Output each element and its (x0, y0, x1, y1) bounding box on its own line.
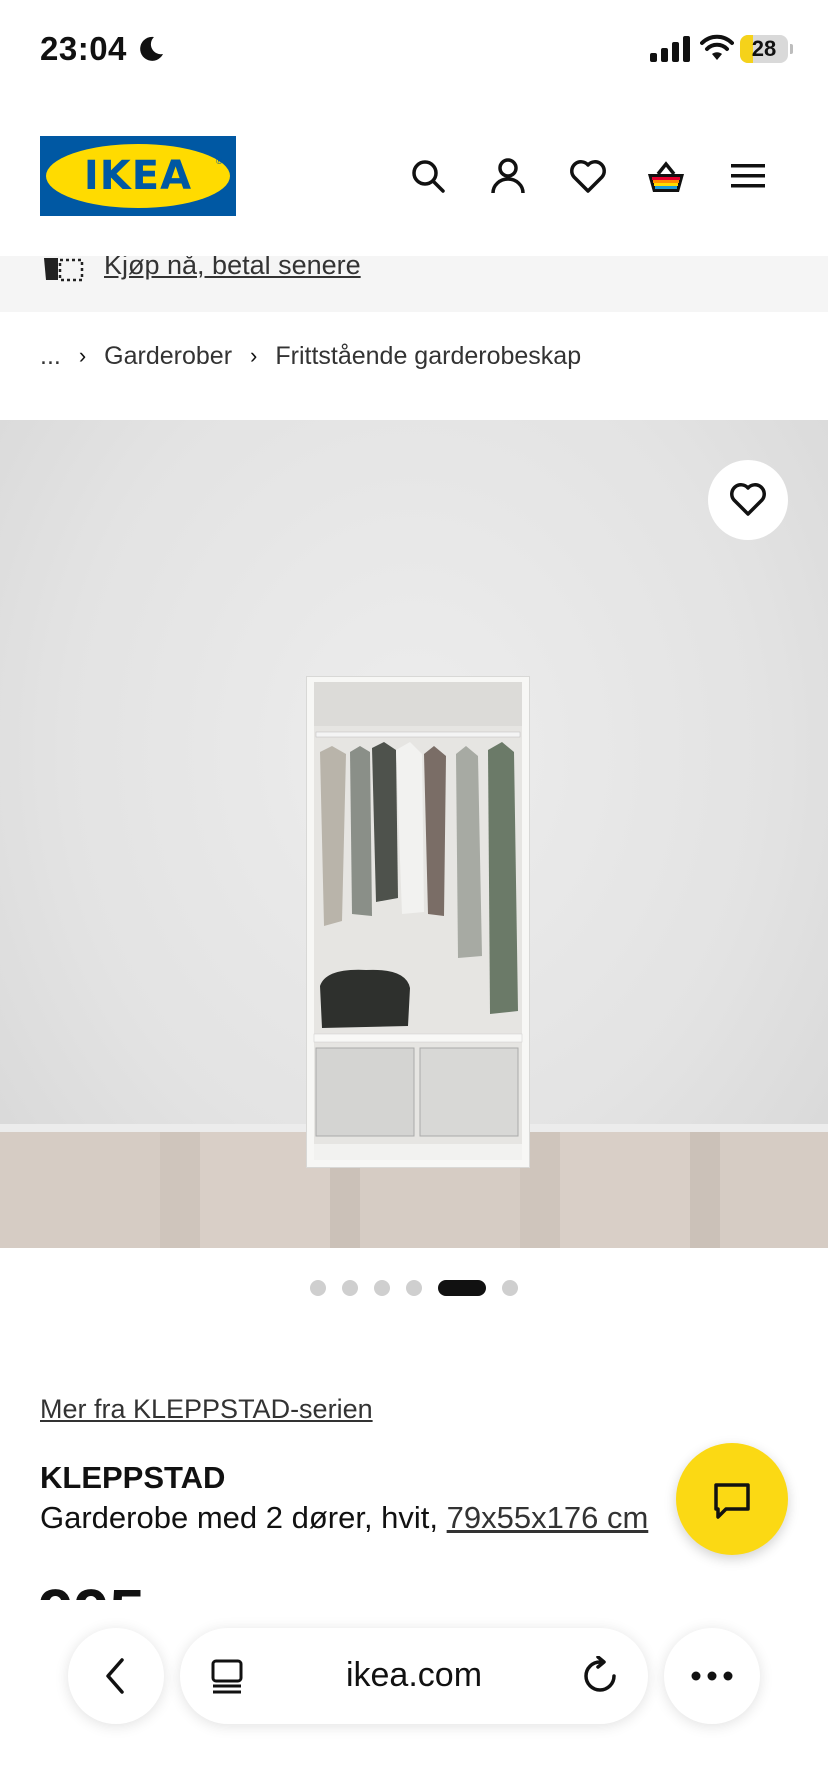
account-icon[interactable] (488, 156, 528, 196)
ellipsis-icon (691, 1671, 733, 1681)
menu-icon[interactable] (728, 156, 768, 196)
battery-indicator: 28 (740, 35, 793, 63)
wifi-icon (700, 34, 734, 60)
carousel-dot[interactable] (438, 1280, 486, 1296)
add-to-favorites-button[interactable] (708, 460, 788, 540)
chat-button[interactable] (676, 1443, 788, 1555)
back-button[interactable] (68, 1628, 164, 1724)
series-link[interactable]: Mer fra KLEPPSTAD-serien (40, 1394, 373, 1425)
product-price: 995 (38, 1566, 145, 1600)
heart-icon (730, 483, 766, 516)
carousel-dot[interactable] (502, 1280, 518, 1296)
carousel-indicators[interactable] (0, 1278, 828, 1298)
wardrobe-image (306, 676, 530, 1168)
breadcrumb-garderober[interactable]: Garderober (104, 342, 232, 371)
status-bar: 23:04 28 (0, 0, 828, 100)
carousel-dot[interactable] (310, 1280, 326, 1296)
breadcrumb: ... › Garderober › Frittstående garderob… (40, 338, 581, 374)
product-description: Garderobe med 2 dører, hvit, 79x55x176 c… (40, 1500, 648, 1536)
favorites-heart-icon[interactable] (568, 156, 608, 196)
chevron-right-icon: › (78, 343, 87, 368)
chat-bubble-icon (714, 1483, 750, 1519)
product-image[interactable] (0, 420, 828, 1248)
cellular-signal-icon (650, 36, 690, 62)
breadcrumb-frittstaende[interactable]: Frittstående garderobeskap (275, 342, 581, 371)
carousel-dot[interactable] (374, 1280, 390, 1296)
more-options-button[interactable] (664, 1628, 760, 1724)
breadcrumb-ellipsis[interactable]: ... (40, 342, 61, 371)
address-bar[interactable]: ikea.com (180, 1628, 648, 1724)
chevron-right-icon: › (250, 343, 258, 368)
url-text[interactable]: ikea.com (180, 1656, 648, 1695)
logo-text: IKEA (83, 153, 193, 199)
pay-later-icon (44, 258, 84, 282)
status-time: 23:04 (40, 30, 127, 67)
search-icon[interactable] (408, 156, 448, 196)
product-name: KLEPPSTAD (40, 1460, 226, 1495)
site-header: IKEA ® (0, 100, 828, 256)
shopping-bag-icon[interactable] (646, 156, 686, 196)
chevron-left-icon (106, 1658, 124, 1694)
battery-percent: 28 (751, 36, 777, 61)
product-dimensions-link[interactable]: 79x55x176 cm (447, 1500, 649, 1535)
carousel-dot[interactable] (406, 1280, 422, 1296)
product-description-text: Garderobe med 2 dører, hvit, (40, 1500, 447, 1535)
ikea-logo[interactable]: IKEA ® (40, 136, 236, 216)
reload-icon[interactable] (582, 1656, 618, 1696)
browser-toolbar: ikea.com (0, 1600, 828, 1792)
promo-banner[interactable]: Kjøp nå, betal senere (0, 256, 828, 312)
promo-link[interactable]: Kjøp nå, betal senere (104, 256, 361, 281)
carousel-dot[interactable] (342, 1280, 358, 1296)
moon-icon (140, 36, 163, 61)
